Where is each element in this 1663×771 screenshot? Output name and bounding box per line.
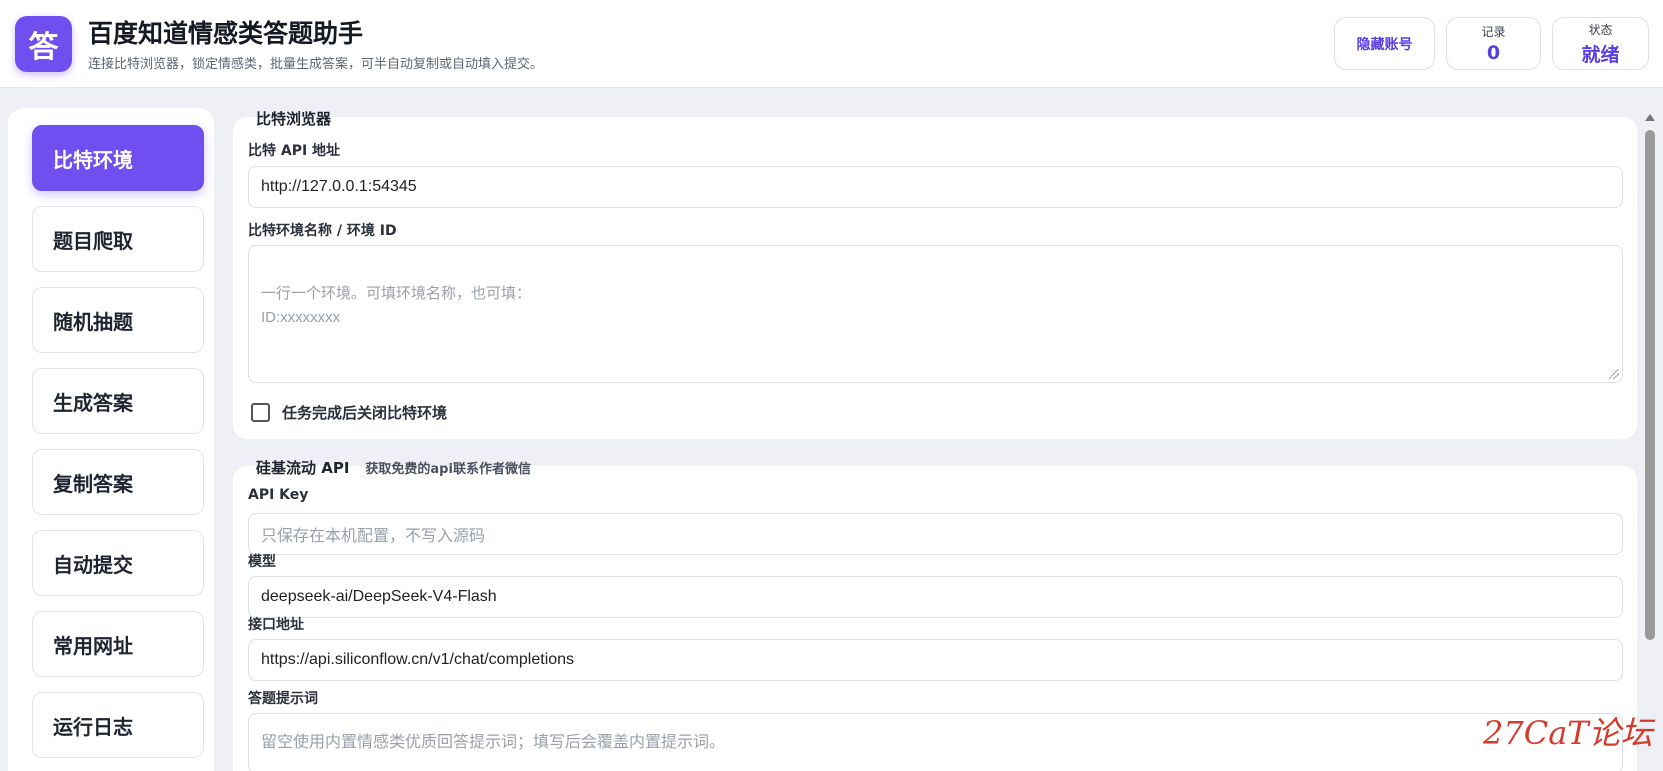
- main-content: 比特浏览器 比特 API 地址 http://127.0.0.1:54345 比…: [233, 100, 1637, 771]
- app-subtitle: 连接比特浏览器，锁定情感类，批量生成答案，可半自动复制或自动填入提交。: [88, 57, 544, 72]
- model-input[interactable]: deepseek-ai/DeepSeek-V4-Flash: [248, 576, 1623, 618]
- records-counter: 记录 0: [1446, 17, 1541, 70]
- endpoint-input[interactable]: https://api.siliconflow.cn/v1/chat/compl…: [248, 639, 1623, 681]
- sidebar-item-crawl-questions[interactable]: 题目爬取: [32, 206, 204, 272]
- main-scrollbar[interactable]: [1641, 108, 1659, 771]
- app-title: 百度知道情感类答题助手: [88, 19, 364, 48]
- api-panel-title-row: 硅基流动 API 获取免费的api联系作者微信: [256, 457, 531, 478]
- sidebar-item-copy-answers[interactable]: 复制答案: [32, 449, 204, 515]
- sidebar-item-auto-submit[interactable]: 自动提交: [32, 530, 204, 596]
- status-value: 就绪: [1581, 43, 1620, 66]
- prompt-textarea[interactable]: 留空使用内置情感类优质回答提示词；填写后会覆盖内置提示词。: [248, 713, 1623, 771]
- endpoint-label: 接口地址: [248, 617, 304, 633]
- close-env-label: 任务完成后关闭比特环境: [282, 404, 448, 422]
- sidebar-item-run-log[interactable]: 运行日志: [32, 692, 204, 758]
- sidebar-nav: 比特环境 题目爬取 随机抽题 生成答案 复制答案 自动提交 常用网址 运行日志: [8, 108, 214, 771]
- app-header: 答 百度知道情感类答题助手 连接比特浏览器，锁定情感类，批量生成答案，可半自动复…: [0, 0, 1663, 88]
- scroll-up-arrow-icon[interactable]: [1645, 114, 1655, 121]
- scroll-thumb[interactable]: [1645, 130, 1655, 640]
- hide-account-label: 隐藏账号: [1356, 36, 1413, 53]
- api-panel-note: 获取免费的api联系作者微信: [365, 462, 531, 477]
- bit-panel-title: 比特浏览器: [256, 110, 332, 128]
- api-key-label: API Key: [248, 487, 309, 503]
- bit-api-label: 比特 API 地址: [248, 143, 341, 159]
- hide-account-button[interactable]: 隐藏账号: [1334, 17, 1435, 70]
- bit-env-placeholder: 一行一个环境。可填环境名称，也可填： ID:xxxxxxxx: [261, 285, 532, 326]
- app-logo: 答: [15, 16, 72, 72]
- resize-grip-icon[interactable]: [1609, 369, 1619, 379]
- sidebar-item-common-urls[interactable]: 常用网址: [32, 611, 204, 677]
- api-panel-title: 硅基流动 API: [256, 459, 350, 477]
- status-indicator: 状态 就绪: [1552, 17, 1649, 70]
- sidebar-item-random-pick[interactable]: 随机抽题: [32, 287, 204, 353]
- records-value: 0: [1486, 42, 1501, 64]
- api-panel: 硅基流动 API 获取免费的api联系作者微信 API Key 只保存在本机配置，…: [233, 459, 1637, 771]
- bit-api-input[interactable]: http://127.0.0.1:54345: [248, 166, 1623, 208]
- bit-browser-panel: 比特浏览器 比特 API 地址 http://127.0.0.1:54345 比…: [233, 110, 1637, 439]
- api-key-input[interactable]: 只保存在本机配置，不写入源码: [248, 513, 1623, 555]
- status-label: 状态: [1588, 22, 1613, 37]
- bit-env-textarea[interactable]: 一行一个环境。可填环境名称，也可填： ID:xxxxxxxx: [248, 245, 1623, 383]
- prompt-label: 答题提示词: [248, 691, 318, 707]
- watermark-logo: 27CaT论坛: [1483, 714, 1653, 752]
- close-env-option[interactable]: 任务完成后关闭比特环境: [251, 402, 447, 423]
- model-label: 模型: [248, 554, 276, 570]
- close-env-checkbox[interactable]: [251, 403, 270, 422]
- sidebar-item-bit-env[interactable]: 比特环境: [32, 125, 204, 191]
- sidebar-item-generate-answers[interactable]: 生成答案: [32, 368, 204, 434]
- bit-env-label: 比特环境名称 / 环境 ID: [248, 223, 397, 239]
- records-label: 记录: [1481, 25, 1506, 39]
